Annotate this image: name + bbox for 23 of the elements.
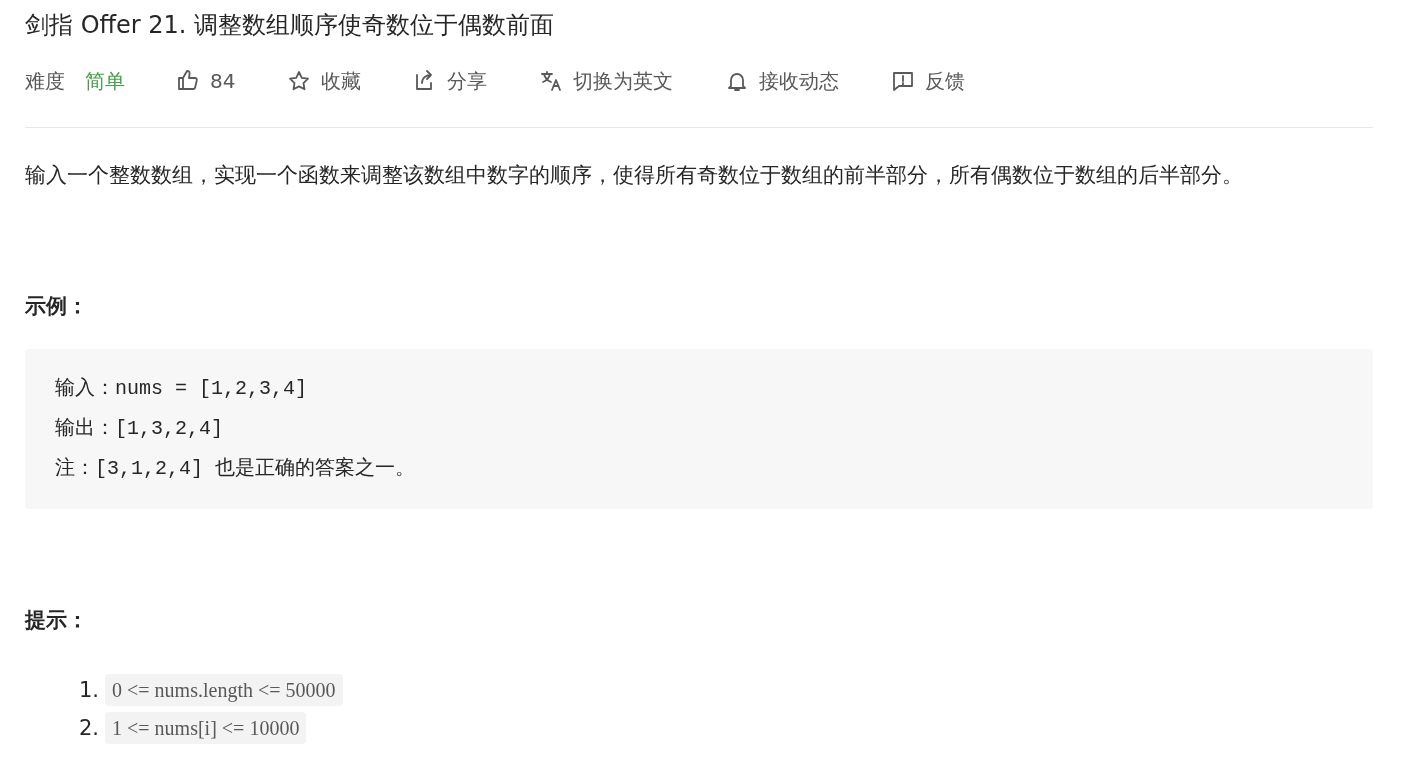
feedback-button[interactable]: 反馈 bbox=[891, 67, 966, 95]
thumbs-up-icon bbox=[176, 69, 200, 93]
code-line: 输入：nums = [1,2,3,4] bbox=[55, 376, 309, 402]
subscribe-button[interactable]: 接收动态 bbox=[725, 67, 840, 95]
inline-code: 0 <= nums.length <= 50000 bbox=[105, 674, 343, 706]
problem-title: 剑指 Offer 21. 调整数组顺序使奇数位于偶数前面 bbox=[25, 10, 556, 41]
difficulty-value: 简单 bbox=[85, 67, 125, 95]
list-number: 2. bbox=[79, 715, 100, 742]
section-heading: 示例： bbox=[25, 293, 89, 320]
code-line: 输出：[1,3,2,4] bbox=[55, 416, 225, 442]
translate-icon bbox=[539, 69, 564, 93]
share-button[interactable]: 分享 bbox=[413, 67, 488, 95]
translate-button[interactable]: 切换为英文 bbox=[539, 67, 674, 95]
message-icon bbox=[891, 69, 916, 93]
favorite-button[interactable]: 收藏 bbox=[287, 67, 362, 95]
difficulty-label: 难度 bbox=[25, 67, 65, 95]
inline-code: 1 <= nums[i] <= 10000 bbox=[105, 712, 307, 744]
star-icon bbox=[287, 69, 312, 93]
like-button[interactable]: 84 bbox=[176, 69, 236, 93]
list-number: 1. bbox=[79, 677, 100, 704]
problem-description: 输入一个整数数组，实现一个函数来调整该数组中数字的顺序，使得所有奇数位于数组的前半部分，所有偶数位于数组的后半部分。 bbox=[25, 162, 1244, 189]
section-heading: 提示： bbox=[25, 607, 89, 634]
code-line: 注：[3,1,2,4] 也是正确的答案之一。 bbox=[55, 456, 417, 482]
